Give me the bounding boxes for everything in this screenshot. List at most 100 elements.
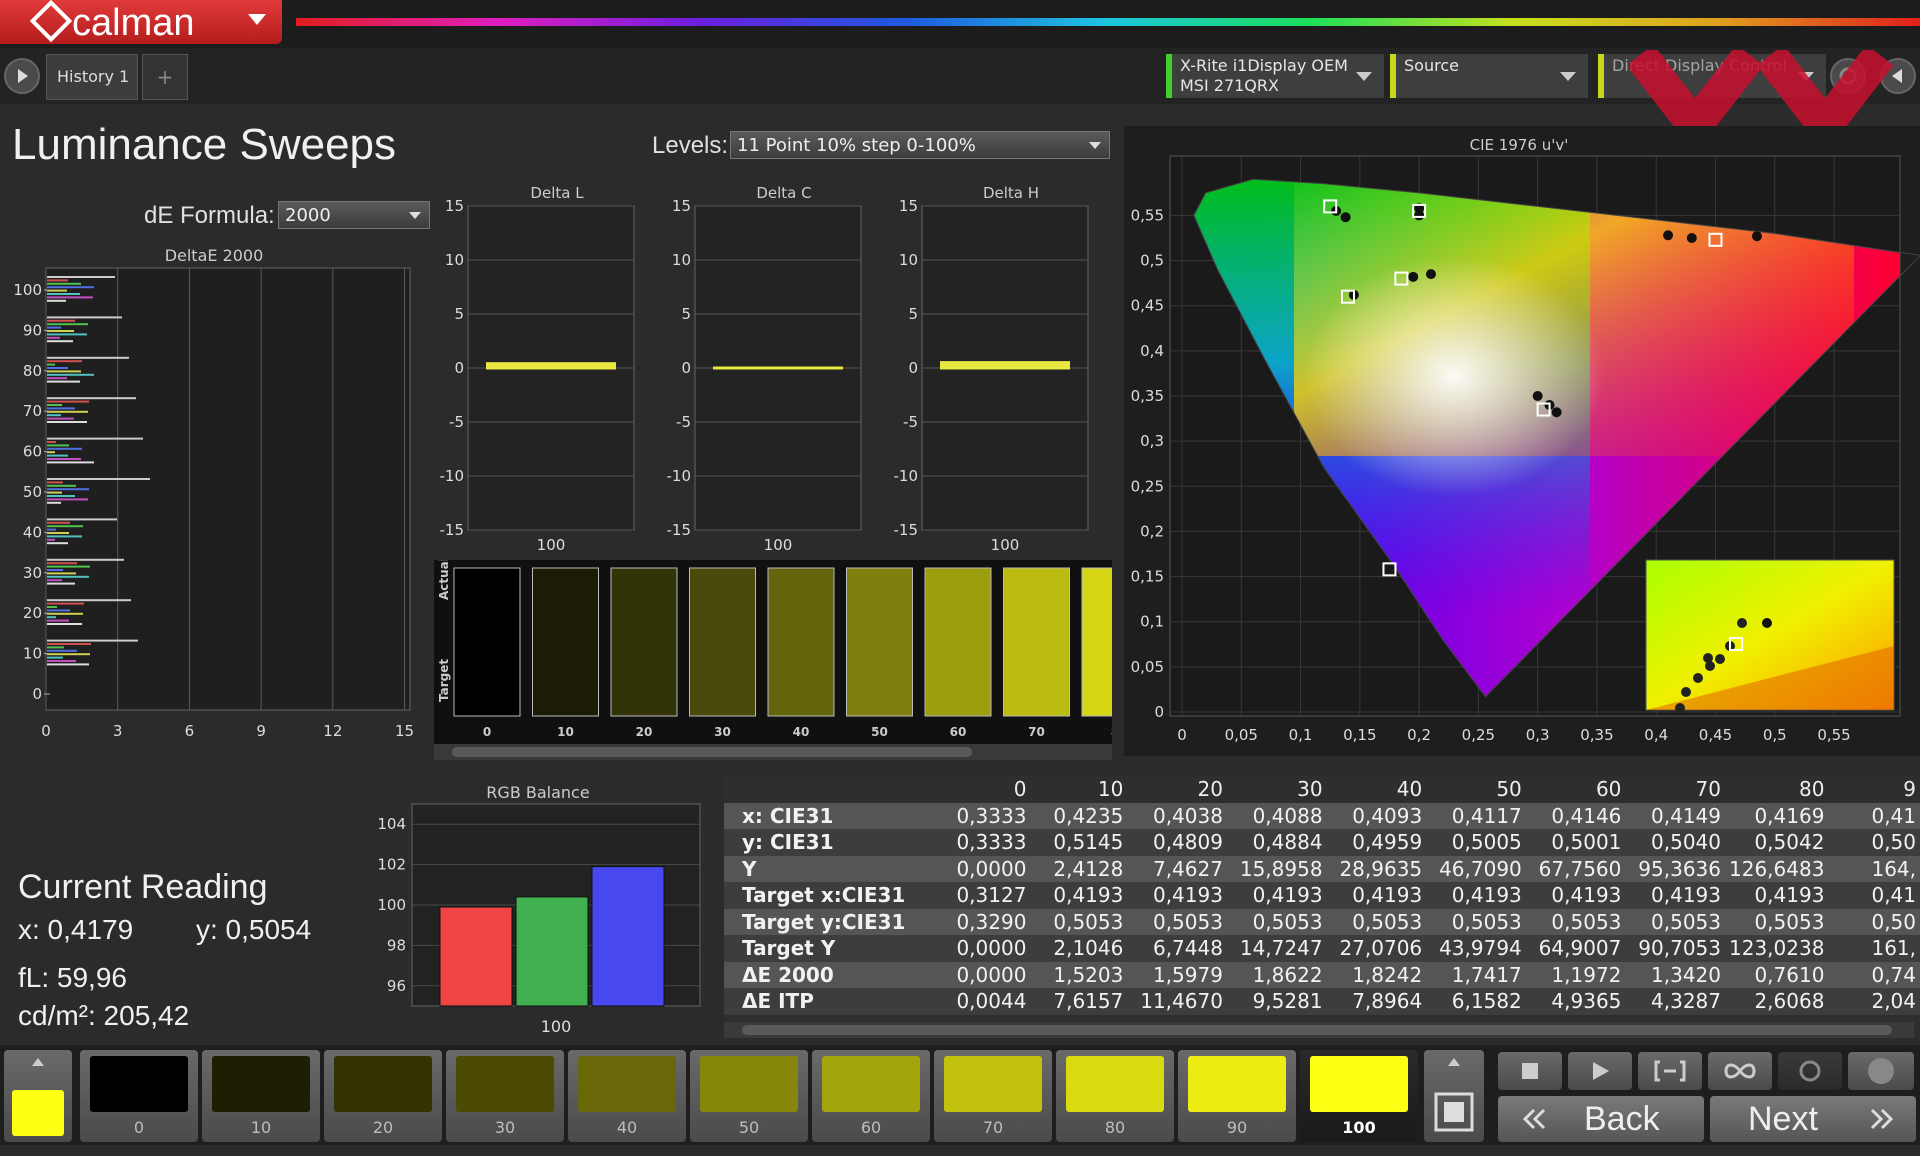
read-series-button[interactable]: [1638, 1052, 1702, 1090]
table-cell: 1,5979: [1127, 961, 1227, 988]
deltae-bar: [47, 421, 87, 423]
deltae-bar: [47, 340, 73, 343]
cie-y-tick: 0,45: [1131, 297, 1164, 315]
delta-x-label: 100: [764, 536, 793, 554]
preview-panel[interactable]: [4, 1050, 72, 1142]
deltae-bar: [47, 616, 56, 619]
next-button[interactable]: Next: [1710, 1096, 1916, 1142]
table-cell: 0,74: [1828, 961, 1920, 988]
continuous-read-button[interactable]: [1708, 1052, 1772, 1090]
table-cell: 164,: [1828, 855, 1920, 882]
patch-selector-30[interactable]: 30: [446, 1050, 564, 1142]
deltae-bar: [47, 356, 129, 359]
swatch-strip: Actual Target 0 10 20 30 40 50 60 70 8: [434, 560, 1112, 744]
de-formula-dropdown[interactable]: 2000: [278, 201, 430, 229]
deltae-bar: [47, 528, 56, 531]
deltae-bar: [47, 579, 62, 582]
patch-selector-70[interactable]: 70: [934, 1050, 1052, 1142]
deltae-bar: [47, 498, 88, 501]
table-scrollbar[interactable]: [724, 1022, 1914, 1038]
strip-swatch: [689, 567, 756, 717]
refresh-button[interactable]: [1778, 1052, 1842, 1090]
rgb-y-tick: 96: [387, 977, 406, 995]
y-tick-label: 10: [899, 251, 918, 269]
stop-button[interactable]: [1498, 1052, 1562, 1090]
table-cell: 0,4093: [1326, 802, 1427, 829]
table-cell: 0,4193: [1226, 882, 1327, 909]
y-tick-label: 0: [454, 359, 464, 377]
play-button[interactable]: [1568, 1052, 1632, 1090]
table-row: Y 0,0000 2,4128 7,4627 15,8958 28,9635 46,7090…: [724, 855, 1920, 882]
deltae-bar: [47, 447, 82, 450]
cie-x-tick: 0,15: [1343, 726, 1376, 744]
table-cell: 0,5053: [1725, 908, 1829, 935]
patch-selector-40[interactable]: 40: [568, 1050, 686, 1142]
deltae-bar: [47, 606, 57, 608]
patch-selector-80[interactable]: 80: [1056, 1050, 1174, 1142]
patch-selector-20[interactable]: 20: [324, 1050, 442, 1142]
deltae-bar: [47, 478, 150, 480]
calman-logo-icon: [29, 0, 73, 43]
chevron-down-icon: [1560, 72, 1576, 81]
meter-device-selector[interactable]: X-Rite i1Display OEM MSI 271QRX: [1166, 54, 1384, 98]
table-corner: [724, 776, 938, 803]
meter-name: X-Rite i1Display OEM: [1180, 56, 1348, 75]
cie-zoom-inset: [1645, 559, 1895, 713]
back-button[interactable]: Back: [1498, 1096, 1704, 1142]
deltae-bar: [47, 458, 81, 460]
inset-measured-point: [1715, 654, 1725, 664]
patch-selector-100[interactable]: 100: [1300, 1050, 1418, 1142]
table-row: x: CIE31 0,3333 0,4235 0,4038 0,4088 0,4093 0,…: [724, 802, 1920, 829]
actual-label: Actual: [437, 560, 451, 600]
cie-y-tick: 0,2: [1140, 522, 1164, 540]
refresh-icon: [1799, 1060, 1821, 1082]
table-cell: 7,8964: [1326, 988, 1427, 1015]
patch-selector-60[interactable]: 60: [812, 1050, 930, 1142]
swatch-strip-scrollbar[interactable]: [434, 744, 1112, 760]
pattern-toggle-button[interactable]: [1424, 1050, 1484, 1142]
delta-value-bar: [486, 362, 616, 370]
deltae-bar: [47, 380, 80, 383]
de-formula-value: 2000: [285, 205, 331, 226]
table-cell: 0,0000: [938, 935, 1031, 962]
patch-selector-90[interactable]: 90: [1178, 1050, 1296, 1142]
chevron-up-icon: [32, 1058, 44, 1066]
deltae-bar: [47, 461, 94, 464]
delta-chart-delta-h: Delta H 15 10 5 0 -5 -10 -15 100: [894, 184, 1089, 554]
deltae-bar: [47, 612, 83, 615]
forward-button[interactable]: [4, 58, 40, 94]
patch-selector-0[interactable]: 0: [80, 1050, 198, 1142]
table-cell: 0,5053: [1326, 908, 1427, 935]
calman-menu-button[interactable]: calman: [0, 0, 282, 44]
y-tick-label: 10: [23, 645, 42, 663]
bracket-icon: [1654, 1060, 1686, 1082]
table-cell: 6,7448: [1127, 935, 1227, 962]
deltae-bar: [47, 279, 68, 282]
levels-dropdown[interactable]: 11 Point 10% step 0-100%: [730, 131, 1110, 159]
x-tick-label: 15: [395, 722, 414, 740]
patch-selector-50[interactable]: 50: [690, 1050, 808, 1142]
patch-selector-10[interactable]: 10: [202, 1050, 320, 1142]
strip-swatch-label: 10: [557, 725, 574, 739]
measured-point: [1686, 232, 1697, 243]
source-device-selector[interactable]: Source: [1390, 54, 1588, 98]
table-cell: 27,0706: [1326, 935, 1427, 962]
page-title: Luminance Sweeps: [12, 120, 397, 169]
row-label: ΔE 2000: [724, 961, 939, 988]
deltae-bar: [47, 569, 63, 571]
rgb-y-tick: 98: [387, 936, 406, 954]
deltae-bar: [47, 646, 64, 649]
options-button[interactable]: [1848, 1052, 1914, 1090]
tab-history[interactable]: History 1: [46, 54, 138, 100]
patch-label: 20: [372, 1118, 394, 1137]
deltae-bar: [47, 299, 66, 302]
scrollbar-thumb[interactable]: [452, 747, 972, 757]
stop-icon: [1522, 1063, 1538, 1079]
patch-swatch: [456, 1056, 554, 1112]
table-cell: 0,4193: [1525, 882, 1626, 909]
scrollbar-thumb[interactable]: [742, 1025, 1892, 1035]
add-tab-button[interactable]: +: [142, 54, 188, 100]
y-tick-label: 5: [454, 305, 464, 323]
deltae-bar: [47, 316, 122, 319]
deltae-bar: [47, 333, 87, 336]
